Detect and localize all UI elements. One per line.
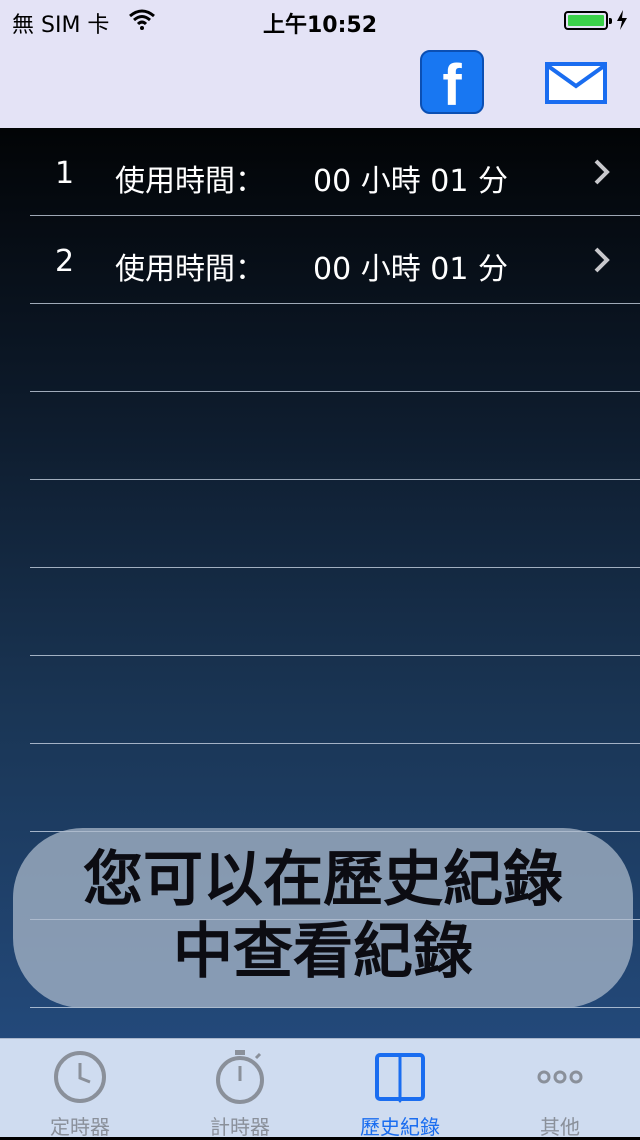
empty-row: [30, 656, 640, 744]
hint-line-2: 中查看紀錄: [173, 917, 473, 987]
facebook-share-button[interactable]: f: [420, 50, 484, 118]
facebook-icon: f: [442, 53, 462, 118]
tab-timer[interactable]: 定時器: [0, 1039, 160, 1139]
book-icon: [375, 1053, 425, 1103]
status-bar: 無 SIM 卡 上午10:52: [0, 0, 640, 40]
navigation-bar: 無 SIM 卡 上午10:52 f: [0, 0, 640, 128]
empty-row: [30, 568, 640, 656]
tab-stopwatch[interactable]: 計時器: [160, 1039, 320, 1139]
row-duration: 00 小時 01 分: [313, 164, 508, 199]
stopwatch-icon: [216, 1050, 264, 1104]
charging-bolt-icon: [617, 10, 627, 30]
tab-more[interactable]: 其他: [480, 1039, 640, 1139]
empty-row: [30, 392, 640, 480]
empty-row: [30, 744, 640, 832]
hint-line-1: 您可以在歷史紀錄: [83, 845, 563, 915]
row-duration: 00 小時 01 分: [313, 252, 508, 287]
list-item[interactable]: 1 使用時間： 00 小時 01 分: [30, 128, 640, 216]
tab-history[interactable]: 歷史紀錄: [320, 1039, 480, 1139]
clock-label: 上午10:52: [262, 13, 378, 38]
row-index: 2: [55, 244, 75, 279]
battery-icon: [564, 11, 612, 30]
mail-icon[interactable]: [545, 62, 607, 104]
clock-icon: [54, 1051, 106, 1103]
row-index: 1: [55, 156, 75, 191]
empty-row: [30, 304, 640, 392]
empty-row: [30, 480, 640, 568]
chevron-right-icon: [594, 159, 610, 185]
more-icon: [537, 1070, 583, 1084]
chevron-right-icon: [594, 247, 610, 273]
tutorial-hint[interactable]: 您可以在歷史紀錄 中查看紀錄: [13, 828, 633, 1008]
list-item[interactable]: 2 使用時間： 00 小時 01 分: [30, 216, 640, 304]
row-label: 使用時間：: [115, 164, 265, 199]
tab-bar: 定時器 計時器 歷史紀錄 其他: [0, 1038, 640, 1139]
row-label: 使用時間：: [115, 252, 265, 287]
